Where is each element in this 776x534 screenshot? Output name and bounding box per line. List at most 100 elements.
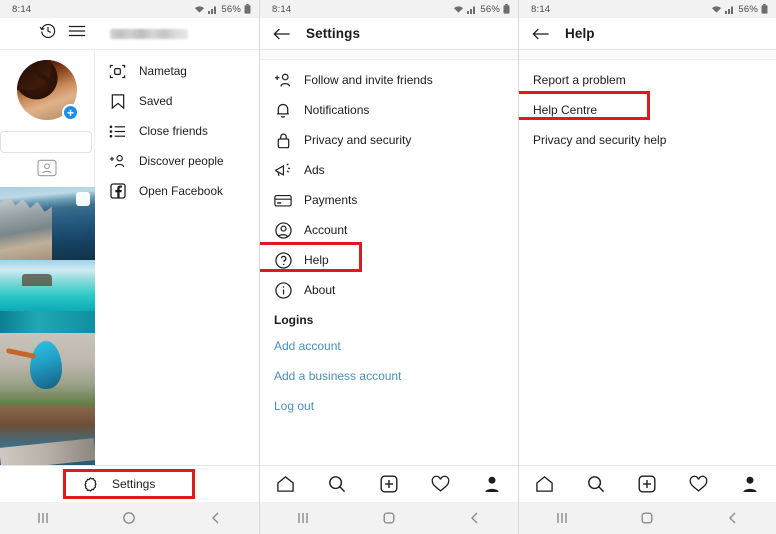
android-navbar-panel3 <box>519 502 776 534</box>
settings-label: Settings <box>112 477 156 491</box>
appbar-help: Help <box>519 18 776 50</box>
settings-item-follow-invite[interactable]: Follow and invite friends <box>260 65 518 95</box>
battery-icon <box>503 4 510 14</box>
menu-item-saved[interactable]: Saved <box>95 86 259 116</box>
home-circle-icon[interactable] <box>375 507 403 529</box>
page-title: Help <box>565 26 595 41</box>
page-title: Settings <box>306 26 361 41</box>
home-circle-icon[interactable] <box>115 507 143 529</box>
help-item-report-problem[interactable]: Report a problem <box>519 65 776 95</box>
menu-item-close-friends[interactable]: Close friends <box>95 116 259 146</box>
status-bar-panel2: 8:14 56% <box>260 0 518 18</box>
wifi-icon <box>453 5 464 14</box>
add-post-icon[interactable] <box>377 472 401 496</box>
menu-item-discover-people[interactable]: Discover people <box>95 146 259 176</box>
facebook-icon <box>109 183 126 200</box>
bell-icon <box>274 101 292 119</box>
profile-menu-list: Nametag Saved Close friends Discover peo… <box>95 50 259 483</box>
username-redacted <box>110 28 188 39</box>
back-arrow-icon[interactable] <box>531 24 551 44</box>
bottom-tabbar-panel3 <box>519 465 776 502</box>
add-post-icon[interactable] <box>635 472 659 496</box>
nametag-icon <box>109 63 126 80</box>
menu-item-open-facebook[interactable]: Open Facebook <box>95 176 259 206</box>
search-icon[interactable] <box>325 472 349 496</box>
back-chevron-icon[interactable] <box>202 507 230 529</box>
panel-profile-menu: 8:14 56% + Nametag Saved Close friends D… <box>0 0 259 534</box>
menu-item-label: Close friends <box>139 124 208 138</box>
wifi-icon <box>711 5 722 14</box>
settings-item-about[interactable]: About <box>260 275 518 305</box>
signal-icon <box>467 5 477 14</box>
settings-item-label: About <box>304 283 336 297</box>
hamburger-menu-icon[interactable] <box>68 23 86 44</box>
battery-percent: 56% <box>480 3 500 15</box>
home-icon[interactable] <box>274 472 298 496</box>
status-time: 8:14 <box>272 3 292 15</box>
settings-item-label: Payments <box>304 193 358 207</box>
credit-card-icon <box>274 191 292 209</box>
settings-item-help[interactable]: Help <box>260 242 518 275</box>
history-clock-icon[interactable] <box>39 22 57 45</box>
battery-icon <box>244 4 251 14</box>
megaphone-icon <box>274 161 292 179</box>
help-item-label: Help Centre <box>533 103 598 117</box>
nametag-badge-icon[interactable] <box>37 159 57 182</box>
list-icon <box>109 123 126 140</box>
profile-icon[interactable] <box>738 472 762 496</box>
three-panel-screenshot: 8:14 56% + Nametag Saved Close friends D… <box>0 0 776 534</box>
plus-icon[interactable]: + <box>62 104 79 121</box>
avatar[interactable]: + <box>17 60 79 121</box>
battery-percent: 56% <box>738 3 758 15</box>
home-icon[interactable] <box>533 472 557 496</box>
back-chevron-icon[interactable] <box>719 507 747 529</box>
help-item-help-centre[interactable]: Help Centre <box>519 91 776 125</box>
settings-button-highlighted[interactable]: Settings <box>63 469 195 499</box>
android-navbar-panel2 <box>260 502 518 534</box>
info-circle-icon <box>274 281 292 299</box>
back-chevron-icon[interactable] <box>461 507 489 529</box>
link-add-account[interactable]: Add account <box>260 331 518 361</box>
settings-item-ads[interactable]: Ads <box>260 155 518 185</box>
grid-photo[interactable] <box>0 187 95 260</box>
settings-item-label: Follow and invite friends <box>304 73 433 87</box>
status-time: 8:14 <box>531 3 551 15</box>
battery-percent: 56% <box>221 3 241 15</box>
search-icon[interactable] <box>584 472 608 496</box>
heart-icon[interactable] <box>687 472 711 496</box>
recents-icon[interactable] <box>289 507 317 529</box>
panel-help: 8:14 56% Help Report a problem Help Cent… <box>518 0 776 534</box>
home-circle-icon[interactable] <box>633 507 661 529</box>
status-time: 8:14 <box>12 3 32 15</box>
heart-icon[interactable] <box>429 472 453 496</box>
settings-item-label: Account <box>304 223 348 237</box>
bottom-tabbar-panel2 <box>260 465 518 502</box>
recents-icon[interactable] <box>548 507 576 529</box>
search-input[interactable] <box>0 131 92 153</box>
settings-item-account[interactable]: Account <box>260 215 518 245</box>
settings-item-payments[interactable]: Payments <box>260 185 518 215</box>
profile-icon[interactable] <box>480 472 504 496</box>
back-arrow-icon[interactable] <box>272 24 292 44</box>
settings-item-privacy-security[interactable]: Privacy and security <box>260 125 518 155</box>
wifi-icon <box>194 5 205 14</box>
logins-section-title: Logins <box>274 313 314 327</box>
status-bar-panel3: 8:14 56% <box>519 0 776 18</box>
help-item-privacy-security-help[interactable]: Privacy and security help <box>519 125 776 155</box>
grid-photo[interactable] <box>0 333 95 406</box>
menu-item-label: Nametag <box>139 64 187 78</box>
link-add-business-account[interactable]: Add a business account <box>260 361 518 391</box>
status-bar-panel1: 8:14 56% <box>0 0 259 18</box>
add-person-icon <box>109 153 126 170</box>
profile-header-row <box>0 18 259 50</box>
bottom-tabbar-panel1: Settings <box>0 465 259 502</box>
grid-photo[interactable] <box>0 260 95 333</box>
link-log-out[interactable]: Log out <box>260 391 518 421</box>
menu-item-nametag[interactable]: Nametag <box>95 56 259 86</box>
photo-grid <box>0 187 95 479</box>
help-list: Report a problem Help Centre Privacy and… <box>519 60 776 155</box>
settings-item-notifications[interactable]: Notifications <box>260 95 518 125</box>
account-circle-icon <box>274 221 292 239</box>
recents-icon[interactable] <box>29 507 57 529</box>
settings-item-label: Help <box>304 253 329 267</box>
